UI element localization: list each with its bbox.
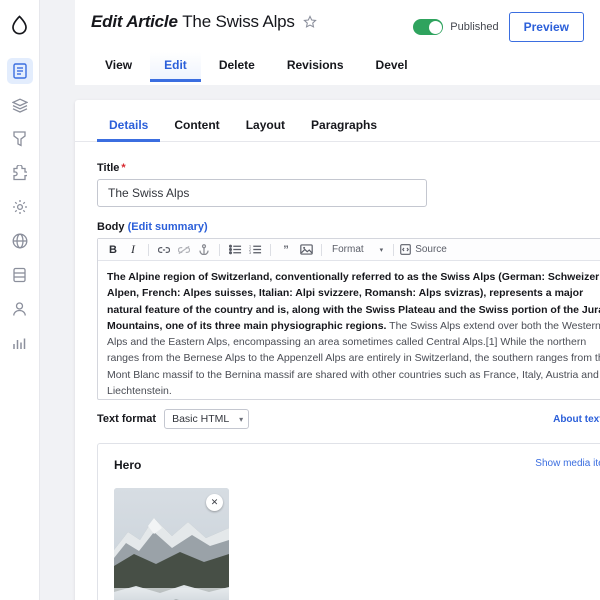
about-text-formats-link[interactable]: About text formats: [553, 414, 600, 425]
published-toggle[interactable]: [413, 19, 444, 35]
image-icon[interactable]: [297, 241, 315, 259]
page-title-name: The Swiss Alps: [182, 12, 295, 31]
numbered-list-icon[interactable]: 1 2 3: [246, 241, 264, 259]
primary-tabs: View Edit Delete Revisions Devel: [91, 52, 584, 82]
edit-form-card: Details Content Layout Paragraphs Title *…: [75, 100, 600, 600]
bulleted-list-icon[interactable]: [226, 241, 244, 259]
title-label-text: Title: [97, 162, 120, 174]
main-region: Edit Article The Swiss Alps Published Pr…: [75, 0, 600, 600]
body-field-label: Body (Edit summary): [97, 221, 600, 233]
tab-revisions[interactable]: Revisions: [273, 52, 358, 82]
edit-summary-link[interactable]: (Edit summary): [128, 221, 208, 233]
hero-title: Hero: [114, 458, 142, 472]
sidebar-item-translation[interactable]: [7, 228, 33, 254]
title-field-label: Title *: [97, 162, 600, 174]
sidebar-item-people[interactable]: [7, 296, 33, 322]
title-input[interactable]: [97, 179, 427, 207]
app-root: Edit Article The Swiss Alps Published Pr…: [0, 0, 600, 600]
left-sidebar: [0, 0, 40, 600]
published-label: Published: [450, 21, 499, 33]
chevron-down-icon: ▾: [379, 246, 384, 254]
tab-view[interactable]: View: [91, 52, 146, 82]
unlink-icon[interactable]: [175, 241, 193, 259]
sidebar-item-extend[interactable]: [7, 160, 33, 186]
details-form: Title* Body (Edit summary) B I: [75, 142, 600, 429]
italic-icon[interactable]: I: [124, 241, 142, 259]
header-actions: Published Preview: [413, 12, 584, 42]
format-dropdown-label: Format: [332, 244, 364, 255]
tab-delete[interactable]: Delete: [205, 52, 269, 82]
source-label: Source: [415, 244, 447, 255]
svg-text:3: 3: [249, 251, 251, 255]
text-format-label: Text format: [97, 413, 157, 425]
link-icon[interactable]: [155, 241, 173, 259]
body-label-text: Body: [97, 221, 125, 233]
star-outline-icon[interactable]: [302, 15, 317, 29]
page-title-prefix: Edit Article: [91, 12, 178, 31]
sidebar-item-database[interactable]: [7, 262, 33, 288]
rich-text-editor: B I 1 2 3 ” Format ▾ Source The Alpine r…: [97, 238, 600, 400]
body-editable-area[interactable]: The Alpine region of Switzerland, conven…: [98, 261, 600, 399]
hero-field-group: Hero Show media item: [97, 443, 600, 600]
hero-image-thumbnail[interactable]: ✕: [114, 488, 229, 600]
format-dropdown[interactable]: Format ▾: [328, 244, 387, 255]
text-format-row: Text format Basic HTML ▾ About text form…: [97, 409, 600, 429]
preview-button[interactable]: Preview: [508, 12, 584, 42]
anchor-icon[interactable]: [195, 241, 213, 259]
sidebar-item-appearance[interactable]: [7, 126, 33, 152]
show-media-item-link[interactable]: Show media item: [535, 458, 600, 469]
tab-layout[interactable]: Layout: [234, 114, 297, 141]
secondary-tabs: Details Content Layout Paragraphs: [75, 100, 600, 142]
text-format-select[interactable]: Basic HTML: [164, 409, 250, 429]
source-button[interactable]: Source: [400, 244, 447, 255]
droplet-icon[interactable]: [6, 10, 34, 40]
tab-devel[interactable]: Devel: [362, 52, 422, 82]
text-format-select-wrap: Basic HTML ▾: [164, 409, 250, 429]
quote-icon[interactable]: ”: [277, 241, 295, 259]
tab-content[interactable]: Content: [162, 114, 231, 141]
sidebar-item-reports[interactable]: [7, 330, 33, 356]
tab-details[interactable]: Details: [97, 114, 161, 142]
page-header: Edit Article The Swiss Alps Published Pr…: [75, 0, 600, 85]
sidebar-gutter: [40, 0, 75, 600]
sidebar-item-content[interactable]: [6, 58, 33, 84]
body-field: Body (Edit summary) B I 1 2 3 ” Format ▾…: [97, 221, 600, 429]
page-title: Edit Article The Swiss Alps: [91, 12, 295, 32]
bold-icon[interactable]: B: [104, 241, 122, 259]
close-icon[interactable]: ✕: [206, 494, 223, 511]
editor-toolbar: B I 1 2 3 ” Format ▾ Source: [98, 239, 600, 261]
published-toggle-group[interactable]: Published: [413, 19, 499, 35]
tab-edit[interactable]: Edit: [150, 52, 201, 82]
sidebar-item-configuration[interactable]: [7, 194, 33, 220]
tab-paragraphs[interactable]: Paragraphs: [299, 114, 389, 141]
required-marker: *: [121, 162, 126, 174]
source-code-icon: [400, 244, 412, 255]
sidebar-item-structure[interactable]: [7, 92, 33, 118]
